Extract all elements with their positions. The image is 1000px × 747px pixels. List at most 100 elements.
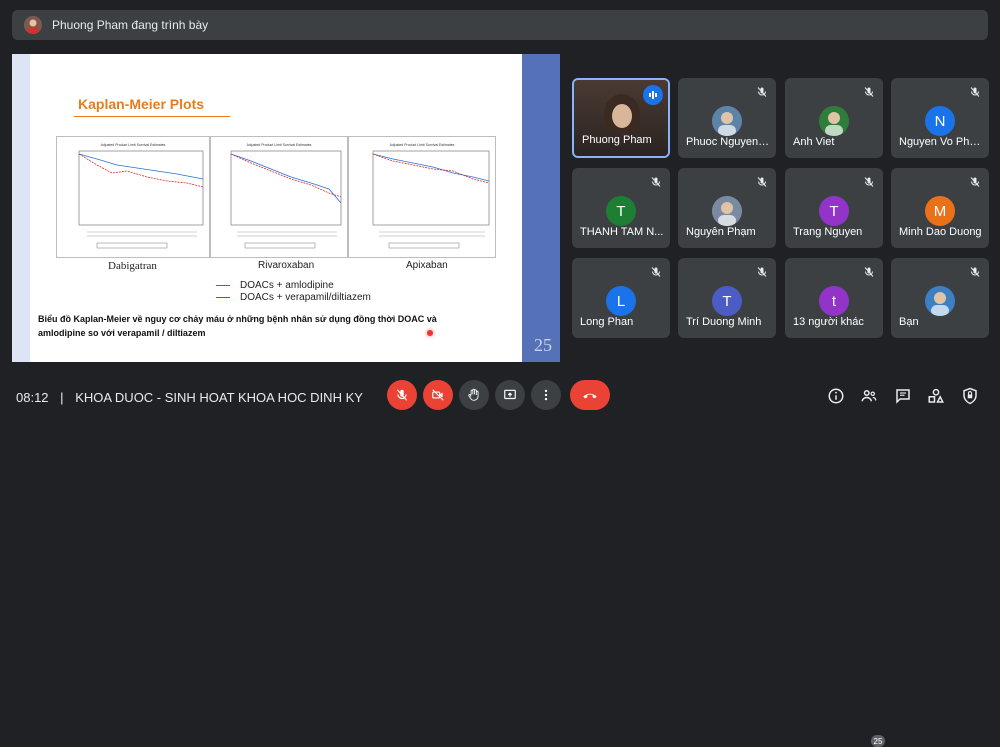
- mic-off-icon: [396, 389, 408, 401]
- slide-title: Kaplan-Meier Plots: [78, 96, 205, 112]
- participant-avatar: M: [925, 196, 955, 226]
- participant-name: Anh Viet: [793, 136, 835, 148]
- slide-right-stripe: [522, 54, 560, 362]
- mic-muted-indicator: [754, 264, 770, 280]
- participant-avatar: [712, 196, 742, 226]
- camera-off-icon: [432, 389, 444, 401]
- mic-muted-indicator: [648, 174, 664, 190]
- people-button[interactable]: [859, 386, 879, 406]
- drug-label-apixaban: Apixaban: [406, 260, 448, 271]
- host-controls-button[interactable]: [960, 386, 980, 406]
- mic-off-icon: [757, 177, 767, 187]
- mic-muted-indicator: [967, 174, 983, 190]
- mic-off-icon: [864, 87, 874, 97]
- participant-tile[interactable]: Bạn: [891, 258, 989, 338]
- avatar-initial: M: [933, 202, 947, 220]
- participant-tile[interactable]: M Minh Dao Duong: [891, 168, 989, 248]
- participant-avatar: T: [712, 286, 742, 316]
- meeting-title: KHOA DUOC - SINH HOAT KHOA HOC DINH KY: [75, 390, 363, 405]
- legend-item-amlodipine: DOACs + amlodipine: [216, 279, 371, 291]
- mic-off-icon: [970, 87, 980, 97]
- drug-label-dabigatran: Dabigatran: [108, 260, 157, 272]
- slide-title-underline: [74, 116, 230, 117]
- avatar-photo-icon: [712, 106, 742, 136]
- chat-button[interactable]: [893, 386, 913, 406]
- participant-tile[interactable]: L Long Phan: [572, 258, 670, 338]
- mic-off-icon: [864, 177, 874, 187]
- participant-tile[interactable]: N Nguyen Vo Phu...: [891, 78, 989, 158]
- participant-name: Trí Duong Minh: [686, 316, 762, 328]
- avatar-photo-icon: [925, 286, 955, 316]
- mic-off-icon: [651, 267, 661, 277]
- participant-avatar: [819, 106, 849, 136]
- mic-muted-indicator: [754, 174, 770, 190]
- km-plot-apixaban: Adjusted Product Limit Survival Estimate…: [348, 136, 496, 258]
- legend-item-verapamil: DOACs + verapamil/diltiazem: [216, 291, 371, 303]
- km-plot-title: Adjusted Product Limit Survival Estimate…: [101, 143, 166, 147]
- mic-muted-indicator: [861, 84, 877, 100]
- participant-avatar: L: [606, 286, 636, 316]
- raise-hand-button[interactable]: [459, 380, 489, 410]
- people-icon: [861, 390, 877, 402]
- laser-pointer: [427, 330, 433, 336]
- more-vert-icon: [544, 389, 548, 401]
- avatar-initial: L: [616, 292, 626, 310]
- participant-tile[interactable]: Phuoc Nguyen ...: [678, 78, 776, 158]
- participant-avatar: N: [925, 106, 955, 136]
- participant-avatar: [925, 286, 955, 316]
- present-button[interactable]: [495, 380, 525, 410]
- mic-toggle-button[interactable]: [387, 380, 417, 410]
- mic-off-icon: [864, 267, 874, 277]
- drug-label-rivaroxaban: Rivaroxaban: [258, 260, 315, 271]
- mic-muted-indicator: [648, 264, 664, 280]
- participant-name: Minh Dao Duong: [899, 226, 982, 238]
- participant-avatar: T: [819, 196, 849, 226]
- participant-name: Nguyen Vo Phu...: [899, 136, 983, 148]
- mic-off-icon: [651, 177, 661, 187]
- info-icon: [828, 388, 844, 404]
- km-plot-dabigatran: Adjusted Product Limit Survival Estimate…: [56, 136, 210, 258]
- meeting-separator: |: [60, 390, 64, 405]
- km-plot-rivaroxaban: Adjusted Product Limit Survival Estimate…: [210, 136, 348, 258]
- end-call-button[interactable]: [570, 380, 610, 410]
- slide-caption: Biểu đồ Kaplan-Meier về nguy cơ chảy máu…: [38, 314, 437, 338]
- present-icon: [504, 389, 516, 400]
- hand-icon: [468, 388, 479, 401]
- participant-name: Bạn: [899, 316, 919, 328]
- meeting-details-button[interactable]: [826, 386, 846, 406]
- participant-name: 13 người khác: [793, 316, 864, 328]
- slide-legend: DOACs + amlodipine DOACs + verapamil/dil…: [216, 279, 371, 303]
- participant-tile[interactable]: Anh Viet: [785, 78, 883, 158]
- avatar-initial: T: [616, 202, 626, 220]
- shared-slide: 25 Kaplan-Meier Plots Adjusted Product L…: [12, 54, 560, 362]
- mic-muted-indicator: [861, 264, 877, 280]
- presenter-title: Phuong Pham đang trình bày: [52, 18, 209, 32]
- activities-button[interactable]: [926, 386, 946, 406]
- participant-tile[interactable]: t 13 người khác: [785, 258, 883, 338]
- more-options-button[interactable]: [531, 380, 561, 410]
- speaking-indicator: [643, 85, 663, 105]
- participant-name: Nguyên Phạm: [686, 226, 756, 238]
- host-controls-icon: [963, 387, 977, 405]
- km-plot-title: Adjusted Product Limit Survival Estimate…: [247, 143, 312, 147]
- mic-off-icon: [970, 267, 980, 277]
- participant-tile[interactable]: T THANH TAM N...: [572, 168, 670, 248]
- participant-tile[interactable]: Phuong Pham: [572, 78, 670, 158]
- mic-muted-indicator: [754, 84, 770, 100]
- meeting-time: 08:12: [16, 390, 49, 405]
- avatar-initial: t: [831, 292, 837, 310]
- participant-tile[interactable]: T Trang Nguyen: [785, 168, 883, 248]
- participant-tile[interactable]: T Trí Duong Minh: [678, 258, 776, 338]
- participant-video-face: [604, 94, 640, 134]
- participant-avatar: T: [606, 196, 636, 226]
- participant-avatar: [712, 106, 742, 136]
- participant-name: Trang Nguyen: [793, 226, 863, 238]
- participant-tile[interactable]: Nguyên Phạm: [678, 168, 776, 248]
- camera-toggle-button[interactable]: [423, 380, 453, 410]
- presenter-avatar: [24, 16, 42, 34]
- mic-off-icon: [757, 267, 767, 277]
- mic-off-icon: [757, 87, 767, 97]
- avatar-photo-icon: [819, 106, 849, 136]
- mic-muted-indicator: [967, 84, 983, 100]
- participant-name: Long Phan: [580, 316, 634, 328]
